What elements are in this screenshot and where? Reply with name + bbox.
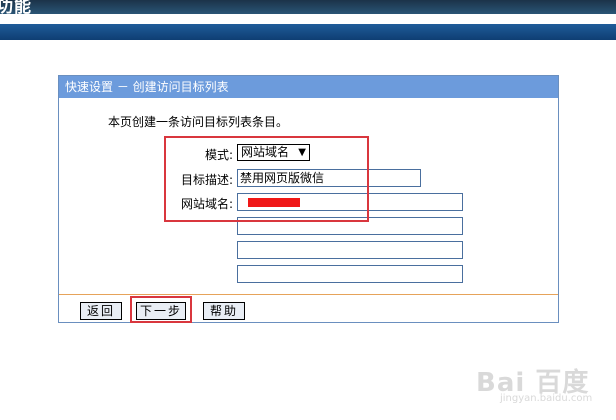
back-button[interactable]: 返回 (80, 302, 122, 320)
domain-input-4[interactable] (237, 265, 463, 283)
banner-title: 功能 (0, 0, 32, 17)
highlight-box-fields (164, 136, 369, 222)
quick-setup-panel: 快速设置 － 创建访问目标列表 本页创建一条访问目标列表条目。 模式: 网站域名… (58, 75, 559, 323)
panel-header: 快速设置 － 创建访问目标列表 (59, 76, 558, 98)
watermark-url: jingyan.baidu.com (500, 393, 593, 404)
domain-input-3[interactable] (237, 241, 463, 259)
blue-stripe (0, 24, 616, 40)
top-banner: 功能 (0, 0, 616, 17)
help-button[interactable]: 帮助 (203, 302, 245, 320)
intro-text: 本页创建一条访问目标列表条目。 (108, 115, 289, 129)
panel-divider (59, 294, 558, 295)
highlight-box-next (130, 296, 192, 323)
